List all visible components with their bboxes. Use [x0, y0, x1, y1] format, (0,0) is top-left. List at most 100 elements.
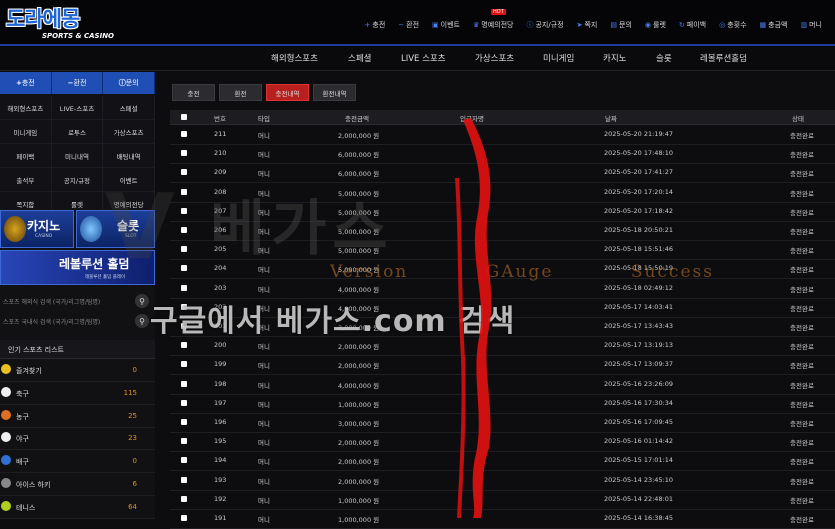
- row-checkbox[interactable]: [181, 150, 187, 157]
- sport-row[interactable]: 테니스 64: [0, 496, 155, 519]
- sport-count: 6: [132, 480, 137, 488]
- sidebar-menu-item[interactable]: 가상스포츠: [103, 120, 155, 144]
- top-nav-item[interactable]: ▤ 문의: [610, 18, 632, 32]
- sport-count: 23: [128, 434, 137, 443]
- row-checkbox[interactable]: [181, 399, 187, 406]
- sidebar-menu-item[interactable]: 공지/규정: [51, 168, 104, 192]
- sidebar-menu-item[interactable]: 출석부: [0, 168, 52, 192]
- top-nav-item[interactable]: ◉ 룰렛: [645, 18, 666, 32]
- sidebar-menu-item[interactable]: 페이백: [0, 144, 52, 168]
- sport-row[interactable]: 아이스 하키 6: [0, 473, 155, 496]
- top-nav-item[interactable]: ◎ 충횟수: [719, 18, 746, 32]
- sport-row[interactable]: 축구 115: [0, 382, 155, 405]
- row-checkbox[interactable]: [181, 419, 187, 425]
- row-amount: 2,000,000 원: [338, 362, 380, 371]
- search-domestic[interactable]: 스포츠 국내식 검색 (국가/리그명/팀명) ⚲: [0, 312, 155, 332]
- category-tab[interactable]: LIVE 스포츠: [401, 52, 446, 64]
- category-tab[interactable]: 미니게임: [543, 52, 574, 64]
- sport-ball-icon: [1, 432, 11, 443]
- top-nav-item[interactable]: ▣ 이벤트: [432, 18, 460, 32]
- row-checkbox[interactable]: [181, 169, 187, 176]
- category-tab[interactable]: 레볼루션홀덤: [700, 52, 747, 64]
- sport-row[interactable]: 즐겨찾기 0: [0, 359, 155, 382]
- row-amount: 2,000,000 원: [338, 477, 380, 486]
- row-checkbox[interactable]: [181, 207, 187, 214]
- row-checkbox[interactable]: [181, 457, 187, 464]
- category-tab[interactable]: 슬롯: [656, 52, 672, 64]
- row-checkbox[interactable]: [181, 495, 187, 502]
- category-tab[interactable]: 카지노: [603, 52, 626, 64]
- watermark-mid-left: Version: [330, 262, 409, 282]
- top-nav-item[interactable]: ♛ 명예의전당 HOT: [473, 9, 513, 32]
- tab-button[interactable]: 환전: [219, 84, 262, 101]
- search-icon[interactable]: ⚲: [135, 294, 149, 308]
- sport-name: 즐겨찾기: [16, 367, 42, 375]
- sidebar-button-label: 환전: [73, 79, 87, 87]
- row-date: 2025-05-20 17:20:14: [604, 187, 674, 196]
- row-type: 머니: [258, 439, 270, 448]
- site-logo[interactable]: 도라에몽 SPORTS & CASINO: [4, 3, 134, 43]
- category-tab[interactable]: 가상스포츠: [475, 52, 514, 64]
- row-type: 머니: [258, 458, 270, 467]
- row-checkbox[interactable]: [181, 438, 187, 445]
- sport-name: 농구: [16, 412, 29, 421]
- row-checkbox[interactable]: [181, 515, 187, 521]
- search-domestic-placeholder: 스포츠 국내식 검색 (국가/리그명/팀명): [3, 319, 101, 326]
- column-header: 상태: [792, 115, 804, 123]
- top-nav-item[interactable]: − 환전: [398, 18, 419, 32]
- sidebar-menu-item[interactable]: 배팅내역: [103, 144, 155, 168]
- row-date: 2025-05-16 01:14:42: [604, 437, 674, 446]
- top-nav-item[interactable]: ⓘ 공지/규정: [526, 18, 563, 32]
- row-date: 2025-05-18 15:51:46: [604, 245, 674, 254]
- row-checkbox[interactable]: [181, 361, 187, 368]
- search-icon[interactable]: ⚲: [135, 314, 149, 328]
- shark-icon: [80, 216, 102, 242]
- sidebar-menu-item[interactable]: 스페셜: [103, 96, 155, 120]
- row-checkbox[interactable]: [181, 476, 187, 483]
- tab-button[interactable]: 충전내역: [266, 84, 309, 101]
- category-tab[interactable]: 스페셜: [348, 52, 371, 64]
- table-row: 195 머니 2,000,000 원 2025-05-16 01:14:42 충전완료: [170, 432, 835, 453]
- top-nav-item[interactable]: + 충전: [365, 18, 386, 32]
- category-tab[interactable]: 해외형스포츠: [271, 52, 318, 64]
- top-nav-item[interactable]: ➤ 쪽지: [577, 18, 598, 32]
- sidebar-menu-item[interactable]: LIVE-스포츠: [51, 96, 104, 120]
- row-checkbox[interactable]: [181, 342, 187, 349]
- search-overseas[interactable]: 스포츠 해외식 검색 (국가/리그명/팀명) ⚲: [0, 292, 155, 312]
- row-checkbox[interactable]: [181, 131, 187, 137]
- row-type: 머니: [258, 496, 270, 505]
- row-checkbox[interactable]: [181, 188, 187, 195]
- row-checkbox[interactable]: [181, 246, 187, 253]
- sport-row[interactable]: 배구 0: [0, 450, 155, 474]
- top-nav-item[interactable]: ▥ 머니: [800, 18, 822, 32]
- tab-button[interactable]: 충전: [172, 84, 215, 101]
- casino-banner[interactable]: 카지노 CASINO: [0, 210, 74, 248]
- sidebar-menu-item[interactable]: 해외형스포츠: [0, 96, 52, 120]
- row-status: 충전완료: [790, 151, 814, 160]
- sidebar-button[interactable]: − 환전: [51, 72, 104, 94]
- sidebar-menu-item[interactable]: 로투스: [51, 120, 104, 144]
- sidebar-button[interactable]: ⓘ 문의: [103, 72, 156, 94]
- top-nav-item[interactable]: ▦ 충금액: [760, 18, 788, 32]
- row-checkbox[interactable]: [181, 380, 187, 387]
- sidebar-menu-item[interactable]: 미니게임: [0, 120, 52, 144]
- sport-row[interactable]: 야구 23: [0, 427, 155, 451]
- send-icon: ➤: [576, 21, 583, 29]
- top-nav-item[interactable]: ↻ 페이백: [679, 18, 706, 32]
- row-amount: 2,000,000 원: [338, 343, 380, 352]
- sport-row[interactable]: 농구 25: [0, 405, 155, 428]
- tab-button[interactable]: 환전내역: [313, 84, 356, 101]
- row-amount: 1,000,000 원: [338, 400, 380, 409]
- table-row: 196 머니 3,000,000 원 2025-05-16 17:09:45 충전완료: [170, 413, 835, 433]
- sidebar-button[interactable]: + 충전: [0, 72, 52, 94]
- sidebar-menu-item[interactable]: 미니내역: [51, 144, 104, 168]
- row-no: 192: [214, 494, 227, 503]
- table-row: 197 머니 1,000,000 원 2025-05-16 17:30:34 충전완료: [170, 394, 835, 414]
- row-checkbox[interactable]: [181, 284, 187, 291]
- row-status: 충전완료: [790, 516, 814, 524]
- row-date: 2025-05-17 13:43:43: [604, 322, 674, 330]
- popular-sports-title: 인기 스포츠 리스트: [0, 340, 155, 359]
- row-checkbox[interactable]: [181, 265, 187, 272]
- row-checkbox[interactable]: [181, 227, 187, 233]
- select-all-checkbox[interactable]: [181, 114, 187, 120]
